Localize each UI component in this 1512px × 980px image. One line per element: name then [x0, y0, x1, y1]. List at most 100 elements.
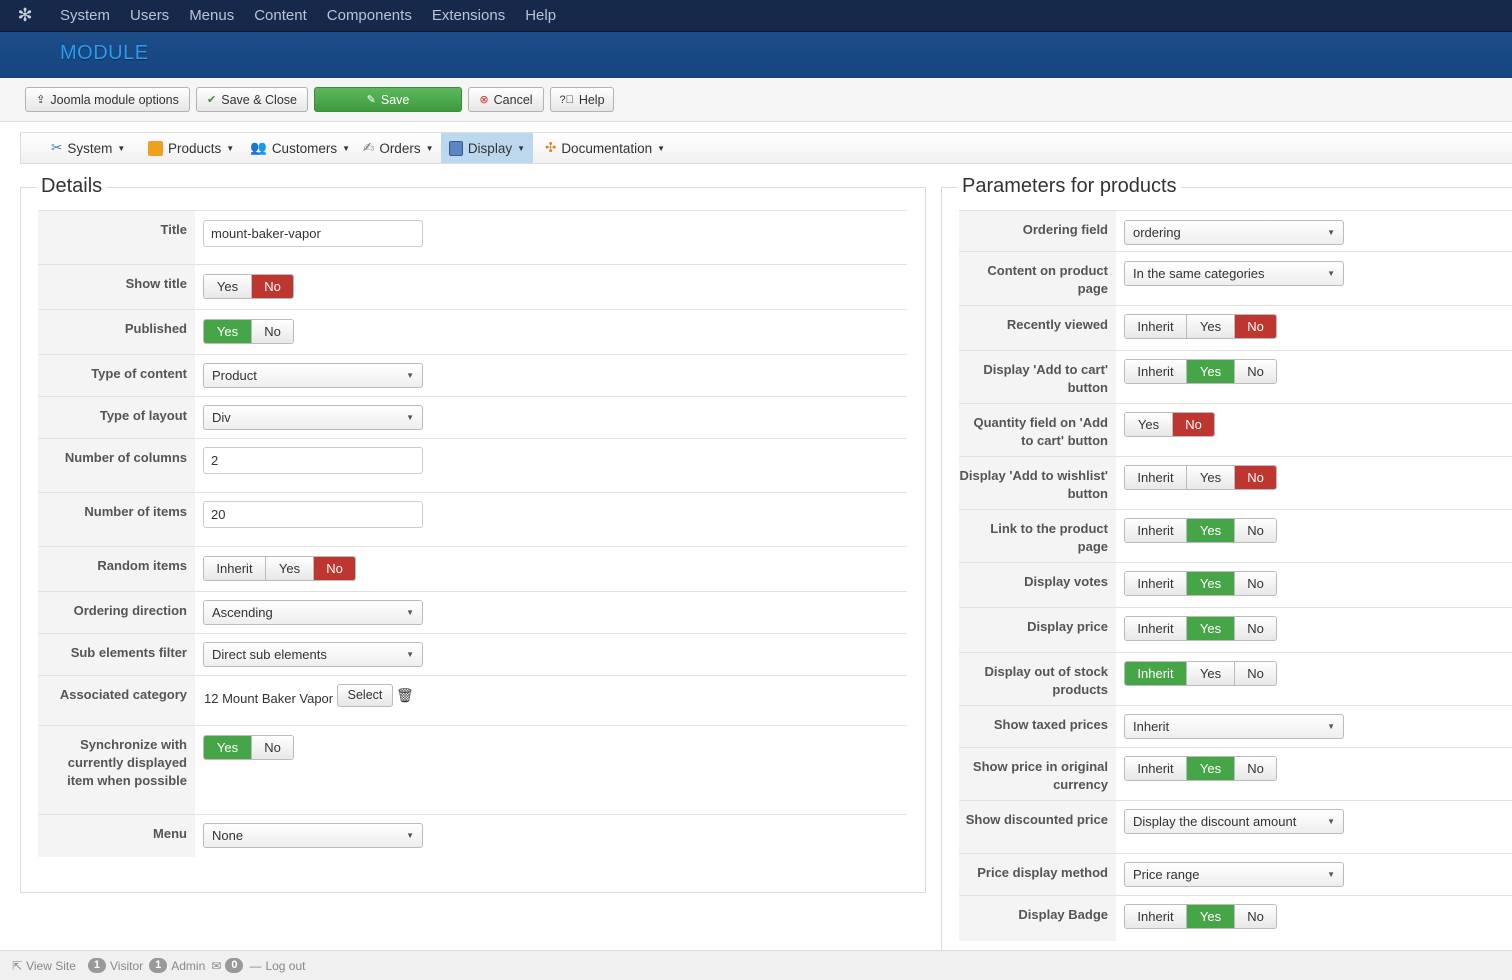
price-yes[interactable]: Yes	[1187, 617, 1235, 640]
random-no[interactable]: No	[314, 557, 355, 580]
orig-currency-no[interactable]: No	[1235, 757, 1276, 780]
recently-viewed-inherit[interactable]: Inherit	[1125, 315, 1187, 338]
dropdown-arrow-icon: ▼	[406, 413, 414, 422]
taxed-select[interactable]: Inherit ▼	[1124, 714, 1344, 739]
dropdown-arrow-icon: ▼	[406, 831, 414, 840]
submenu-orders[interactable]: ✍ Orders ▼	[361, 133, 436, 163]
link-product-yes[interactable]: Yes	[1187, 519, 1235, 542]
view-site-link[interactable]: ⇱ View Site	[12, 959, 76, 973]
select-category-button[interactable]: Select	[337, 684, 393, 707]
link-product-inherit[interactable]: Inherit	[1125, 519, 1187, 542]
upload-icon: ⇪	[36, 94, 46, 106]
topnav-menus[interactable]: Menus	[179, 0, 244, 32]
visitor-count-badge: 1	[87, 958, 106, 973]
wishlist-yes[interactable]: Yes	[1187, 466, 1235, 489]
random-inherit[interactable]: Inherit	[204, 557, 266, 580]
items-input[interactable]: 20	[203, 501, 423, 528]
columns-row: Number of columns 2	[38, 439, 907, 493]
recently-viewed-row: Recently viewed Inherit Yes No	[959, 306, 1512, 351]
submenu-documentation[interactable]: ✣ Documentation ▼	[543, 133, 667, 163]
sub-filter-label: Sub elements filter	[38, 634, 195, 675]
type-layout-select[interactable]: Div ▼	[203, 405, 423, 430]
wishlist-inherit[interactable]: Inherit	[1125, 466, 1187, 489]
recently-viewed-yes[interactable]: Yes	[1187, 315, 1235, 338]
add-cart-inherit[interactable]: Inherit	[1125, 360, 1187, 383]
votes-no[interactable]: No	[1235, 572, 1276, 595]
orig-currency-inherit[interactable]: Inherit	[1125, 757, 1187, 780]
orders-icon: ✍	[363, 140, 375, 155]
status-bar: ⇱ View Site 1 Visitor 1 Admin ✉ 0 — Log …	[0, 950, 1512, 980]
page-title: MODULE	[60, 42, 149, 64]
price-inherit[interactable]: Inherit	[1125, 617, 1187, 640]
badge-inherit[interactable]: Inherit	[1125, 905, 1187, 928]
submenu-products[interactable]: Products ▼	[146, 133, 236, 163]
wishlist-no[interactable]: No	[1235, 466, 1276, 489]
caret-down-icon: ▼	[117, 143, 126, 153]
ordering-dir-select[interactable]: Ascending ▼	[203, 600, 423, 625]
module-options-button[interactable]: ⇪ Joomla module options	[25, 87, 190, 112]
sub-filter-select[interactable]: Direct sub elements ▼	[203, 642, 423, 667]
ordering-dir-label: Ordering direction	[38, 592, 195, 633]
out-stock-inherit[interactable]: Inherit	[1125, 662, 1187, 685]
published-row: Published Yes No	[38, 310, 907, 355]
help-button[interactable]: ?⃝ Help	[550, 87, 614, 112]
show-title-no[interactable]: No	[252, 275, 293, 298]
cancel-button[interactable]: ⊗ Cancel	[468, 87, 544, 112]
type-content-select[interactable]: Product ▼	[203, 363, 423, 388]
menu-select[interactable]: None ▼	[203, 823, 423, 848]
parameters-legend: Parameters for products	[958, 175, 1181, 198]
assoc-cat-label: Associated category	[38, 676, 195, 725]
out-stock-no[interactable]: No	[1235, 662, 1276, 685]
show-title-yes[interactable]: Yes	[204, 275, 252, 298]
taxed-row: Show taxed prices Inherit ▼	[959, 706, 1512, 748]
trash-icon[interactable]: 🗑	[396, 687, 414, 704]
add-cart-yes[interactable]: Yes	[1187, 360, 1235, 383]
add-cart-toggle: Inherit Yes No	[1124, 359, 1277, 384]
badge-yes[interactable]: Yes	[1187, 905, 1235, 928]
submenu-display[interactable]: Display ▼	[441, 133, 533, 163]
logout-link[interactable]: — Log out	[249, 959, 305, 973]
submenu-system[interactable]: ✂ System ▼	[49, 133, 127, 163]
sync-yes[interactable]: Yes	[204, 736, 252, 759]
qty-field-no[interactable]: No	[1173, 413, 1214, 436]
admin-status: 1 Admin	[149, 958, 205, 973]
out-stock-yes[interactable]: Yes	[1187, 662, 1235, 685]
topnav-content[interactable]: Content	[244, 0, 317, 32]
products-icon	[148, 140, 163, 156]
topnav-users[interactable]: Users	[120, 0, 179, 32]
content-page-select[interactable]: In the same categories ▼	[1124, 261, 1344, 286]
votes-inherit[interactable]: Inherit	[1125, 572, 1187, 595]
price-method-select[interactable]: Price range ▼	[1124, 862, 1344, 887]
recently-viewed-no[interactable]: No	[1235, 315, 1276, 338]
save-close-button[interactable]: ✔ Save & Close	[196, 87, 308, 112]
messages-status[interactable]: ✉ 0	[211, 958, 244, 973]
dropdown-arrow-icon: ▼	[406, 371, 414, 380]
price-no[interactable]: No	[1235, 617, 1276, 640]
columns-input[interactable]: 2	[203, 447, 423, 474]
joomla-logo-icon[interactable]: ✻	[0, 0, 50, 32]
show-title-row: Show title Yes No	[38, 265, 907, 310]
badge-no[interactable]: No	[1235, 905, 1276, 928]
published-yes[interactable]: Yes	[204, 320, 252, 343]
link-product-no[interactable]: No	[1235, 519, 1276, 542]
topnav-help[interactable]: Help	[515, 0, 566, 32]
votes-label: Display votes	[959, 563, 1116, 607]
discounted-select[interactable]: Display the discount amount ▼	[1124, 809, 1344, 834]
published-no[interactable]: No	[252, 320, 293, 343]
add-cart-no[interactable]: No	[1235, 360, 1276, 383]
content-page-label: Content on product page	[959, 252, 1116, 305]
sync-no[interactable]: No	[252, 736, 293, 759]
topnav-system[interactable]: System	[50, 0, 120, 32]
save-button[interactable]: ✎ Save	[314, 87, 462, 112]
random-yes[interactable]: Yes	[266, 557, 314, 580]
qty-field-yes[interactable]: Yes	[1125, 413, 1173, 436]
caret-down-icon: ▼	[425, 143, 434, 153]
topnav-components[interactable]: Components	[317, 0, 422, 32]
title-input[interactable]: mount-baker-vapor	[203, 220, 423, 247]
minus-icon: —	[249, 958, 262, 973]
ordering-field-select[interactable]: ordering ▼	[1124, 220, 1344, 245]
votes-yes[interactable]: Yes	[1187, 572, 1235, 595]
submenu-customers[interactable]: 👥 Customers ▼	[248, 133, 352, 163]
topnav-extensions[interactable]: Extensions	[422, 0, 515, 32]
orig-currency-yes[interactable]: Yes	[1187, 757, 1235, 780]
